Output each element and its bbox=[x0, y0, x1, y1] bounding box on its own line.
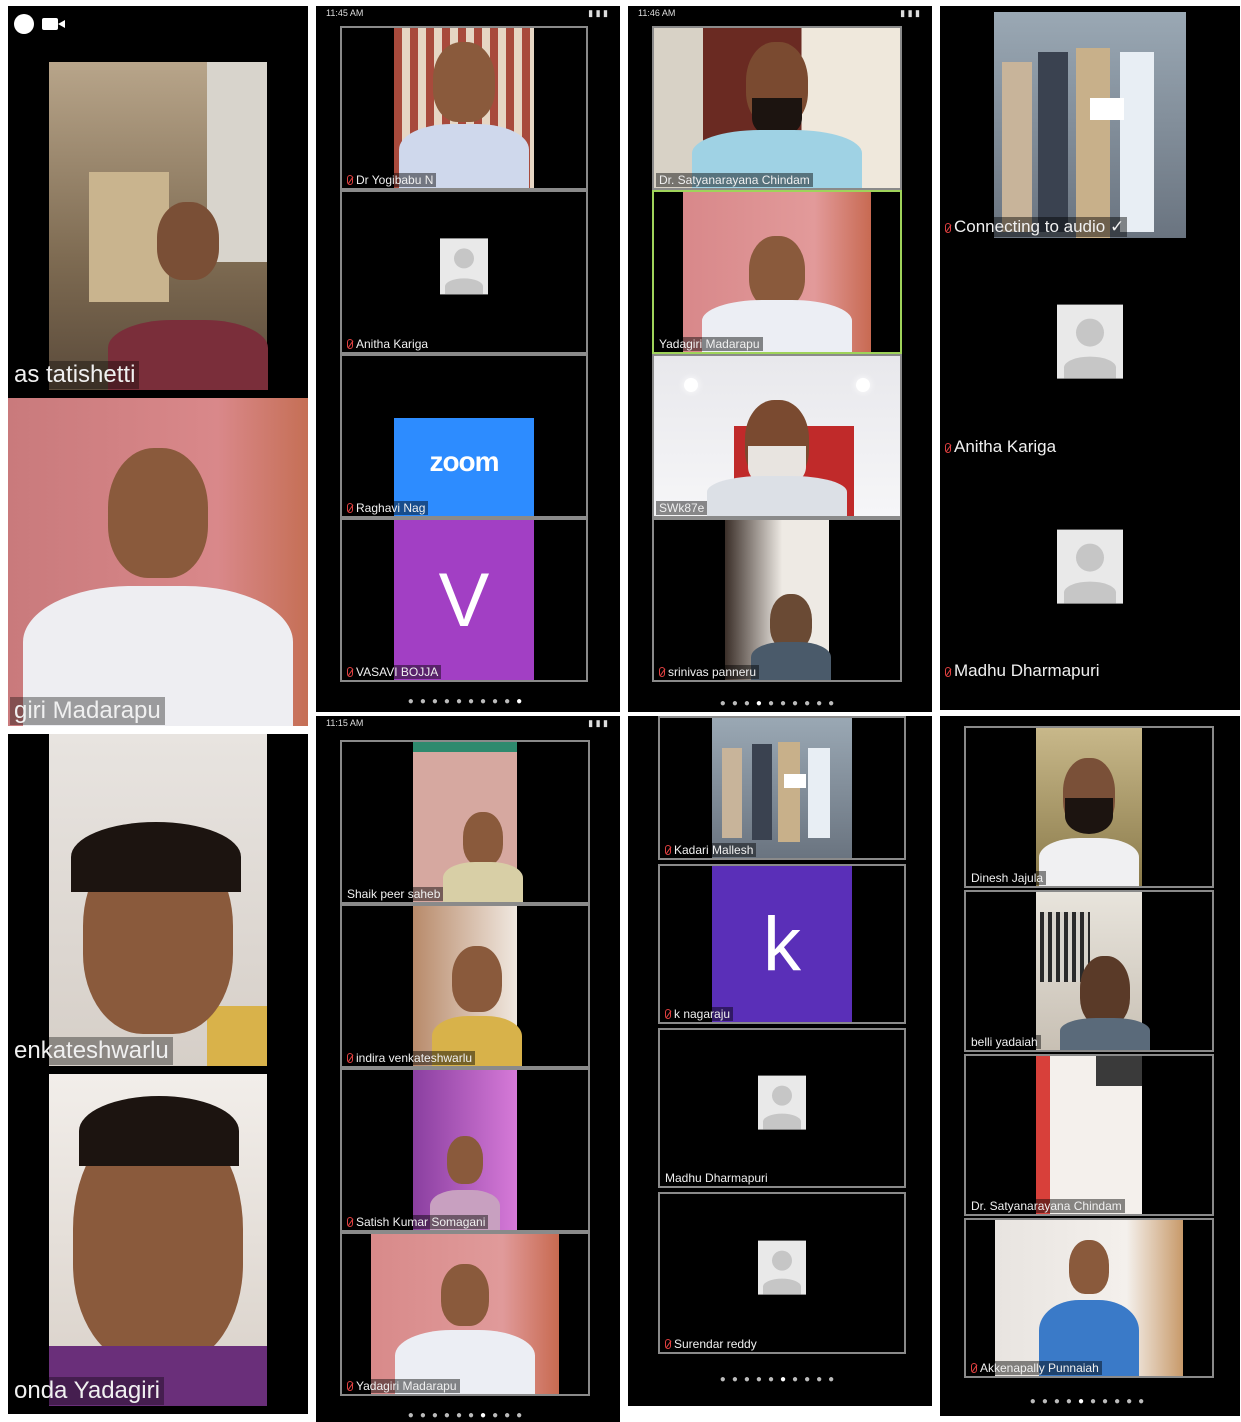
participant-name: Connecting to audio ✓ bbox=[942, 217, 1128, 237]
muted-mic-icon bbox=[347, 1053, 353, 1063]
muted-mic-icon bbox=[347, 1381, 353, 1391]
participant-name: Kadari Mallesh bbox=[662, 843, 757, 857]
avatar-letter: V bbox=[394, 520, 534, 680]
video-tile[interactable]: SWk87e bbox=[652, 354, 902, 518]
video-tile[interactable]: enkateshwarlu bbox=[8, 734, 308, 1066]
top-toolbar bbox=[8, 6, 308, 54]
participant-name: Raghavi Nag bbox=[344, 501, 429, 515]
participant-name: indira venkateshwarlu bbox=[344, 1051, 476, 1065]
panel-top-right: Connecting to audio ✓ Anitha Kariga Madh… bbox=[940, 6, 1240, 710]
page-indicator[interactable]: ●●●●●●●●●● bbox=[316, 696, 620, 707]
participant-name: Madhu Dharmapuri bbox=[942, 661, 1103, 681]
shield-icon[interactable] bbox=[14, 14, 34, 34]
video-tile[interactable]: Surendar reddy bbox=[658, 1192, 906, 1354]
video-tile[interactable]: as tatishetti bbox=[8, 62, 308, 390]
video-tile[interactable]: onda Yadagiri bbox=[8, 1074, 308, 1406]
muted-mic-icon bbox=[347, 503, 353, 513]
participant-name: SWk87e bbox=[656, 501, 708, 515]
participant-name: giri Madarapu bbox=[10, 697, 165, 725]
participant-name: Dr. Satyanarayana Chindam bbox=[656, 173, 813, 187]
status-time: 11:45 AM bbox=[326, 8, 364, 18]
participant-name: as tatishetti bbox=[10, 361, 140, 389]
participant-name: Shaik peer saheb bbox=[344, 887, 444, 901]
video-tile[interactable]: Akkenapally Punnaiah bbox=[964, 1218, 1214, 1378]
participant-name: Dinesh Jajula bbox=[968, 871, 1047, 885]
muted-mic-icon bbox=[665, 1339, 671, 1349]
video-tile[interactable]: Dr Yogibabu N bbox=[340, 26, 588, 190]
page-indicator[interactable]: ●●●●●●●●●● bbox=[316, 1410, 620, 1421]
video-tile[interactable]: Madhu Dharmapuri bbox=[658, 1028, 906, 1188]
status-time: 11:15 AM bbox=[326, 718, 364, 728]
participant-name: k nagaraju bbox=[662, 1007, 734, 1021]
muted-mic-icon bbox=[665, 845, 671, 855]
panel-top-left: as tatishetti giri Madarapu bbox=[8, 6, 308, 726]
video-tile[interactable]: Anitha Kariga bbox=[340, 190, 588, 354]
muted-mic-icon bbox=[347, 667, 353, 677]
video-tile[interactable]: belli yadaiah bbox=[964, 890, 1214, 1052]
page-indicator[interactable]: ●●●●●●●●●● bbox=[628, 1374, 932, 1385]
video-tile[interactable]: srinivas panneru bbox=[652, 518, 902, 682]
video-tile[interactable]: Yadagiri Madarapu bbox=[340, 1232, 590, 1396]
muted-mic-icon bbox=[945, 667, 951, 677]
status-icons: ▮ ▮ ▮ bbox=[588, 8, 608, 18]
video-tile[interactable]: V VASAVI BOJJA bbox=[340, 518, 588, 682]
participant-name: onda Yadagiri bbox=[10, 1377, 164, 1405]
video-tile[interactable]: Dinesh Jajula bbox=[964, 726, 1214, 888]
participant-name: Surendar reddy bbox=[662, 1337, 760, 1351]
participant-name: Yadagiri Madarapu bbox=[344, 1379, 460, 1393]
participant-name: VASAVI BOJJA bbox=[344, 665, 442, 679]
panel-phone-8: Dinesh Jajula belli yadaiah Dr. Satyanar… bbox=[940, 716, 1240, 1416]
participant-name: enkateshwarlu bbox=[10, 1037, 173, 1065]
default-avatar-icon bbox=[758, 1075, 806, 1130]
panel-bottom-left: enkateshwarlu onda Yadagiri bbox=[8, 734, 308, 1414]
muted-mic-icon bbox=[347, 339, 353, 349]
muted-mic-icon bbox=[971, 1363, 977, 1373]
page-indicator[interactable]: ●●●●●●●●●● bbox=[628, 698, 932, 709]
panel-phone-2: 11:45 AM ▮ ▮ ▮ Dr Yogibabu N Anitha Kari… bbox=[316, 6, 620, 712]
muted-mic-icon bbox=[659, 667, 665, 677]
video-tile[interactable]: Madhu Dharmapuri bbox=[940, 466, 1240, 682]
panel-phone-7: Kadari Mallesh k k nagaraju Madhu Dharma… bbox=[628, 716, 932, 1406]
default-avatar-icon bbox=[758, 1240, 806, 1295]
status-time: 11:46 AM bbox=[638, 8, 676, 18]
video-tile[interactable]: Anitha Kariga bbox=[940, 240, 1240, 458]
muted-mic-icon bbox=[347, 175, 353, 185]
video-tile[interactable]: Connecting to audio ✓ bbox=[940, 12, 1240, 238]
video-tile[interactable]: Dr. Satyanarayana Chindam bbox=[964, 1054, 1214, 1216]
participant-name: Anitha Kariga bbox=[344, 337, 432, 351]
participant-name: belli yadaiah bbox=[968, 1035, 1041, 1049]
participant-name: Anitha Kariga bbox=[942, 437, 1060, 457]
participant-name: Dr. Satyanarayana Chindam bbox=[968, 1199, 1125, 1213]
participant-name: Yadagiri Madarapu bbox=[656, 337, 763, 351]
camera-lens-icon bbox=[58, 20, 65, 28]
participant-name: Madhu Dharmapuri bbox=[662, 1171, 771, 1185]
default-avatar-icon bbox=[1057, 529, 1123, 604]
video-tile[interactable]: Dr. Satyanarayana Chindam bbox=[652, 26, 902, 190]
participant-name: Dr Yogibabu N bbox=[344, 173, 437, 187]
muted-mic-icon bbox=[945, 223, 951, 233]
muted-mic-icon bbox=[665, 1009, 671, 1019]
participant-name: srinivas panneru bbox=[656, 665, 760, 679]
video-tile[interactable]: Shaik peer saheb bbox=[340, 740, 590, 904]
avatar-letter: k bbox=[712, 866, 852, 1022]
status-icons: ▮ ▮ ▮ bbox=[900, 8, 920, 18]
page-indicator[interactable]: ●●●●●●●●●● bbox=[940, 1396, 1240, 1407]
muted-mic-icon bbox=[347, 1217, 353, 1227]
video-tile[interactable]: giri Madarapu bbox=[8, 398, 308, 726]
status-icons: ▮ ▮ ▮ bbox=[588, 718, 608, 728]
video-tile[interactable]: indira venkateshwarlu bbox=[340, 904, 590, 1068]
participant-name: Satish Kumar Somagani bbox=[344, 1215, 489, 1229]
video-tile[interactable]: Satish Kumar Somagani bbox=[340, 1068, 590, 1232]
default-avatar-icon bbox=[440, 238, 488, 295]
panel-phone-6: 11:15 AM ▮ ▮ ▮ Shaik peer saheb indira v… bbox=[316, 716, 620, 1422]
muted-mic-icon bbox=[945, 443, 951, 453]
video-tile[interactable]: Kadari Mallesh bbox=[658, 716, 906, 860]
video-camera-icon[interactable] bbox=[42, 18, 58, 30]
video-tile[interactable]: k k nagaraju bbox=[658, 864, 906, 1024]
participant-name: Akkenapally Punnaiah bbox=[968, 1361, 1102, 1375]
panel-phone-3: 11:46 AM ▮ ▮ ▮ Dr. Satyanarayana Chindam… bbox=[628, 6, 932, 712]
default-avatar-icon bbox=[1057, 304, 1123, 379]
video-tile-active-speaker[interactable]: Yadagiri Madarapu bbox=[652, 190, 902, 354]
video-tile[interactable]: zoom Raghavi Nag bbox=[340, 354, 588, 518]
